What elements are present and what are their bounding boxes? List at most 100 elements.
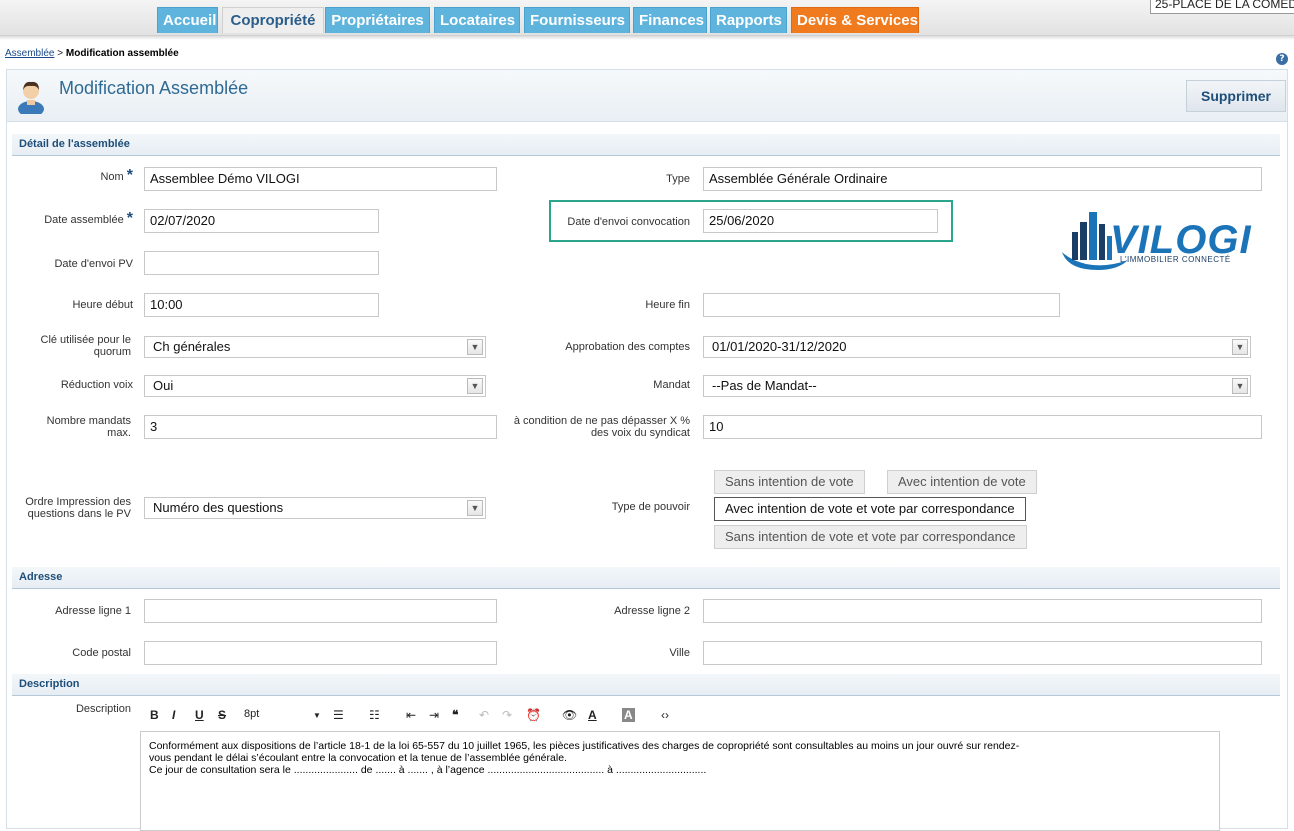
highlight-color-icon[interactable]: A [622, 708, 635, 722]
date-envoi-pv-input[interactable] [144, 251, 379, 275]
chevron-down-icon[interactable]: ▼ [1232, 378, 1248, 394]
editor-line-1: Conformément aux dispositions de l’artic… [149, 740, 1020, 752]
cle-quorum-select[interactable]: Ch générales ▼ [144, 336, 486, 358]
adresse1-label: Adresse ligne 1 [55, 605, 131, 617]
required-star-icon: * [126, 167, 133, 184]
address-box[interactable]: 25-PLACE DE LA COMEDIE [1150, 0, 1294, 14]
heure-debut-label: Heure début [72, 299, 133, 311]
delete-button[interactable]: Supprimer [1186, 80, 1286, 112]
section-description-header: Description [12, 674, 1280, 696]
mandat-label: Mandat [653, 379, 690, 391]
adresse1-input[interactable] [144, 599, 497, 623]
code-postal-input[interactable] [144, 641, 497, 665]
condition-label-line1: à condition de ne pas dépasser X % [513, 415, 690, 427]
heure-debut-input[interactable]: 10:00 [144, 293, 379, 317]
eye-icon[interactable]: 👁 [562, 708, 577, 722]
ordre-impression-label-line1: Ordre Impression des [25, 496, 131, 508]
bold-icon[interactable]: B [150, 708, 159, 722]
date-envoi-convocation-input[interactable]: 25/06/2020 [703, 209, 938, 233]
indent-icon[interactable]: ⇥ [429, 708, 439, 722]
ordre-impression-label-line2: questions dans le PV [27, 508, 131, 520]
chevron-down-icon[interactable]: ▼ [1232, 339, 1248, 355]
avec-intention-vote-button[interactable]: Avec intention de vote [887, 470, 1037, 494]
outdent-icon[interactable]: ⇤ [406, 708, 416, 722]
tab-devis-services[interactable]: Devis & Services [791, 7, 919, 33]
sans-intention-vote-correspondance-button[interactable]: Sans intention de vote et vote par corre… [714, 525, 1027, 549]
ville-input[interactable] [703, 641, 1262, 665]
adresse2-input[interactable] [703, 599, 1262, 623]
font-color-icon[interactable]: A [588, 708, 597, 722]
type-input[interactable]: Assemblée Générale Ordinaire [703, 167, 1262, 191]
description-label: Description [75, 703, 131, 715]
italic-icon[interactable]: I [172, 708, 175, 722]
nom-label-text: Nom [100, 171, 124, 183]
sans-intention-vote-button[interactable]: Sans intention de vote [714, 470, 865, 494]
breadcrumb-current: Modification assemblée [65, 48, 179, 59]
cle-quorum-label-line1: Clé utilisée pour le [40, 334, 132, 346]
reduction-voix-value: Oui [153, 378, 174, 393]
underline-icon[interactable]: U [195, 708, 204, 722]
tab-finances[interactable]: Finances [633, 7, 707, 33]
condition-input[interactable]: 10 [703, 415, 1262, 439]
strikethrough-icon[interactable]: S [218, 708, 226, 722]
approbation-value: 01/01/2020-31/12/2020 [712, 339, 847, 354]
bullet-list-icon[interactable]: ☰ [333, 708, 344, 722]
approbation-select[interactable]: 01/01/2020-31/12/2020 ▼ [703, 336, 1251, 358]
tab-copropriete[interactable]: Copropriété [222, 7, 324, 33]
logo-tagline: L'IMMOBILIER CONNECTÉ [1120, 255, 1231, 264]
breadcrumb-parent-link[interactable]: Assemblée [5, 48, 54, 59]
user-icon [18, 81, 44, 114]
ordre-impression-label: Ordre Impression des questions dans le P… [14, 496, 131, 520]
alarm-clock-icon[interactable]: ⏰ [526, 708, 541, 722]
chevron-down-icon[interactable]: ▼ [467, 378, 483, 394]
reduction-voix-label: Réduction voix [60, 379, 133, 391]
editor-line-2: vous pendant le délai s’écoulant entre l… [149, 752, 567, 764]
ordre-impression-select[interactable]: Numéro des questions ▼ [144, 497, 486, 519]
nb-mandats-label: Nombre mandats max. [20, 415, 131, 439]
tab-proprietaires[interactable]: Propriétaires [325, 7, 430, 33]
quote-icon[interactable]: ❝ [452, 708, 458, 722]
date-assemblee-input[interactable]: 02/07/2020 [144, 209, 379, 233]
date-assemblee-label-text: Date assemblée [44, 214, 124, 226]
tab-fournisseurs[interactable]: Fournisseurs [524, 7, 630, 33]
code-view-icon[interactable]: ‹› [661, 708, 669, 722]
nb-mandats-label-line2: max. [107, 427, 131, 439]
avec-intention-vote-correspondance-button[interactable]: Avec intention de vote et vote par corre… [714, 497, 1026, 521]
section-detail-header: Détail de l'assemblée [12, 134, 1280, 156]
type-label: Type [666, 173, 690, 185]
condition-label-line2: des voix du syndicat [590, 427, 690, 439]
undo-icon[interactable]: ↶ [479, 708, 489, 722]
heure-fin-input[interactable] [703, 293, 1060, 317]
numbered-list-icon[interactable]: ☷ [369, 708, 380, 722]
cle-quorum-value: Ch générales [153, 339, 231, 354]
date-assemblee-label: Date assemblée * [20, 210, 133, 227]
nom-input[interactable]: Assemblee Démo VILOGI [144, 167, 497, 191]
help-icon[interactable]: ? [1276, 53, 1288, 65]
nom-label: Nom * [20, 167, 133, 184]
tab-accueil[interactable]: Accueil [157, 7, 218, 33]
type-pouvoir-label: Type de pouvoir [611, 501, 690, 513]
font-size-select[interactable]: 8pt [244, 708, 259, 720]
editor-toolbar: B I U S 8pt ▼ ☰ ☷ ⇤ ⇥ ❝ ↶ ↷ ⏰ 👁 A A ‹› [145, 706, 745, 728]
mandat-select[interactable]: --Pas de Mandat-- ▼ [703, 375, 1251, 397]
description-editor[interactable]: Conformément aux dispositions de l’artic… [140, 731, 1220, 831]
cle-quorum-label: Clé utilisée pour le quorum [20, 334, 132, 358]
reduction-voix-select[interactable]: Oui ▼ [144, 375, 486, 397]
breadcrumb-separator: > [57, 48, 64, 59]
date-envoi-pv-label: Date d'envoi PV [54, 258, 133, 270]
caret-down-icon[interactable]: ▼ [313, 711, 321, 720]
nb-mandats-input[interactable]: 3 [144, 415, 497, 439]
adresse2-label: Adresse ligne 2 [614, 605, 690, 617]
approbation-label: Approbation des comptes [565, 341, 690, 353]
condition-label: à condition de ne pas dépasser X % des v… [500, 415, 690, 439]
chevron-down-icon[interactable]: ▼ [467, 500, 483, 516]
chevron-down-icon[interactable]: ▼ [467, 339, 483, 355]
cle-quorum-label-line2: quorum [93, 346, 131, 358]
tab-locataires[interactable]: Locataires [434, 7, 520, 33]
tab-rapports[interactable]: Rapports [710, 7, 787, 33]
redo-icon[interactable]: ↷ [502, 708, 512, 722]
page-title: Modification Assemblée [59, 78, 249, 98]
ordre-impression-value: Numéro des questions [153, 500, 284, 515]
required-star-icon: * [126, 210, 133, 227]
code-postal-label: Code postal [72, 647, 131, 659]
